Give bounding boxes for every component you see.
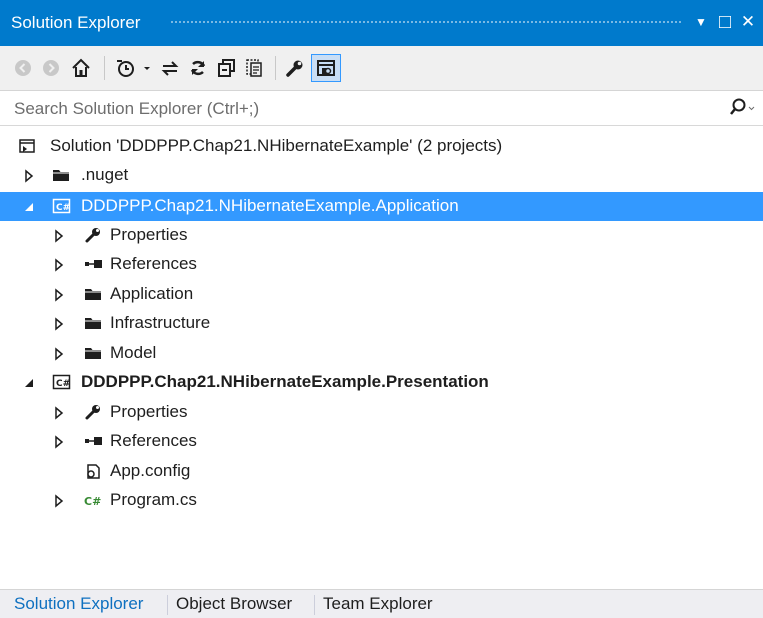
tree-item-label: .nuget (81, 165, 129, 184)
title-drag-grip[interactable] (170, 20, 683, 25)
tab-separator (167, 595, 168, 615)
tree-item-label: Properties (110, 225, 188, 244)
toolbar (0, 46, 763, 91)
collapse-arrow-icon[interactable] (22, 199, 36, 213)
home-icon (72, 58, 90, 77)
wrench-icon (84, 403, 102, 421)
preview-selected-items-button[interactable] (311, 54, 341, 82)
tab-object-browser[interactable]: Object Browser (176, 594, 292, 614)
tree-item-references[interactable]: References (0, 427, 763, 456)
solution-icon (18, 137, 36, 155)
home-button[interactable] (68, 54, 94, 82)
tree-item-label: Application (110, 284, 194, 303)
sync-icon (161, 61, 179, 76)
folder-icon (84, 344, 102, 362)
collapse-all-button[interactable] (213, 54, 239, 82)
svg-text:C#: C# (84, 495, 101, 508)
config-file-icon (84, 462, 102, 480)
tree-item-folder-infrastructure[interactable]: Infrastructure (0, 309, 763, 338)
tree-item-label: References (110, 254, 197, 273)
tab-separator (314, 595, 315, 615)
tree-item-properties[interactable]: Properties (0, 398, 763, 427)
expand-arrow-icon[interactable] (52, 346, 66, 361)
maximize-icon[interactable]: □ (714, 10, 736, 34)
dropdown-arrow-icon (144, 67, 150, 70)
tree-item-label: Infrastructure (110, 313, 211, 332)
panel-title: Solution Explorer (11, 13, 141, 32)
tree-item-nuget[interactable]: .nuget (0, 161, 763, 190)
tree-item-label: DDDPPP.Chap21.NHibernateExample.Presenta… (81, 372, 489, 391)
tree-item-label: Solution 'DDDPPP.Chap21.NHibernateExampl… (50, 136, 503, 155)
expand-arrow-icon[interactable] (52, 434, 66, 449)
window-position-dropdown-icon[interactable]: ▼ (690, 10, 712, 34)
tree-item-label: Model (110, 343, 157, 362)
show-all-files-icon (246, 59, 262, 77)
tree-item-application-project[interactable]: C# DDDPPP.Chap21.NHibernateExample.Appli… (0, 192, 763, 221)
tree-item-program-cs[interactable]: C# Program.cs (0, 486, 763, 515)
tree-item-label: DDDPPP.Chap21.NHibernateExample.Applicat… (81, 196, 459, 215)
tab-solution-explorer[interactable]: Solution Explorer (14, 594, 143, 614)
sync-with-active-document-button[interactable] (157, 54, 183, 82)
svg-text:C#: C# (56, 379, 70, 389)
refresh-button[interactable] (185, 54, 211, 82)
bottom-tab-bar: Solution Explorer Object Browser Team Ex… (0, 589, 763, 618)
tree-item-label: References (110, 431, 197, 450)
tree-item-label: App.config (110, 461, 191, 480)
back-button[interactable] (12, 54, 34, 82)
show-all-files-button[interactable] (241, 54, 267, 82)
folder-icon (84, 285, 102, 303)
csharp-project-icon: C# (52, 197, 71, 215)
expand-arrow-icon[interactable] (52, 316, 66, 331)
search-input[interactable]: Search Solution Explorer (Ctrl+;) (14, 99, 259, 119)
expand-arrow-icon[interactable] (22, 168, 36, 183)
collapse-all-icon (218, 59, 235, 77)
pending-changes-button[interactable] (112, 54, 138, 82)
refresh-icon (190, 60, 206, 76)
tree-item-presentation-project[interactable]: C# DDDPPP.Chap21.NHibernateExample.Prese… (0, 368, 763, 397)
pending-changes-dropdown[interactable] (140, 54, 154, 82)
tree-item-folder-model[interactable]: Model (0, 339, 763, 368)
wrench-icon (84, 226, 102, 244)
toolbar-separator (104, 56, 105, 80)
search-box[interactable]: Search Solution Explorer (Ctrl+;) (0, 91, 763, 126)
properties-button[interactable] (282, 54, 308, 82)
tree-item-references[interactable]: References (0, 250, 763, 279)
csharp-project-icon: C# (52, 373, 71, 391)
tab-team-explorer[interactable]: Team Explorer (323, 594, 433, 614)
title-bar: Solution Explorer ▼ □ ✕ (0, 0, 763, 46)
toolbar-separator (275, 56, 276, 80)
references-icon (84, 255, 102, 273)
close-icon[interactable]: ✕ (737, 10, 759, 34)
expand-arrow-icon[interactable] (52, 287, 66, 302)
tree-item-label: Program.cs (110, 490, 197, 509)
collapse-arrow-icon[interactable] (22, 375, 36, 389)
pending-changes-icon (117, 60, 134, 77)
folder-icon (52, 166, 70, 184)
tree-item-properties[interactable]: Properties (0, 221, 763, 250)
expand-arrow-icon[interactable] (52, 228, 66, 243)
folder-icon (84, 314, 102, 332)
preview-icon (317, 60, 335, 76)
references-icon (84, 432, 102, 450)
forward-button[interactable] (40, 54, 62, 82)
csharp-file-icon: C# (84, 491, 102, 509)
back-icon (15, 60, 31, 76)
tree-item-solution[interactable]: Solution 'DDDPPP.Chap21.NHibernateExampl… (0, 132, 763, 161)
tree-item-app-config[interactable]: App.config (0, 457, 763, 486)
expand-arrow-icon[interactable] (52, 405, 66, 420)
tree-item-folder-application[interactable]: Application (0, 280, 763, 309)
expand-arrow-icon[interactable] (52, 493, 66, 508)
svg-text:C#: C# (56, 203, 70, 213)
forward-icon (43, 60, 59, 76)
search-icon[interactable] (729, 97, 755, 124)
tree-item-label: Properties (110, 402, 188, 421)
properties-icon (286, 60, 303, 77)
expand-arrow-icon[interactable] (52, 257, 66, 272)
